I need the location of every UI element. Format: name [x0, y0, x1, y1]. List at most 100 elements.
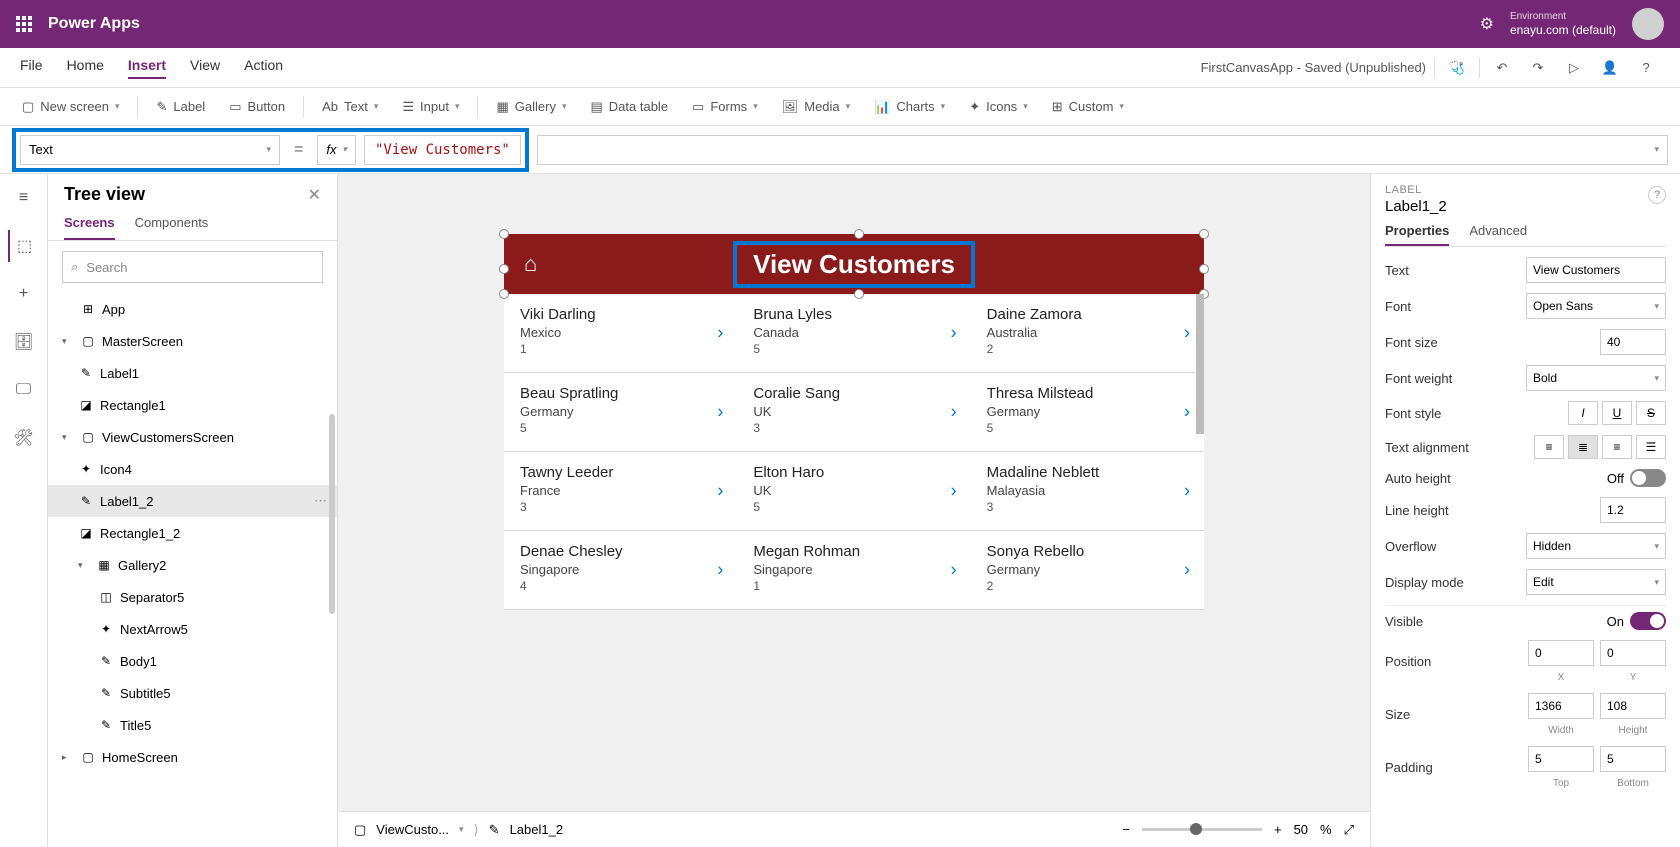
- insert-forms-button[interactable]: ▭ Forms ▾: [682, 95, 768, 119]
- next-arrow-icon[interactable]: ›: [1184, 481, 1190, 502]
- insert-gallery-button[interactable]: ▦ Gallery ▾: [486, 95, 576, 119]
- tree-node-homescreen[interactable]: ▸▢HomeScreen: [48, 741, 337, 773]
- tree-node-label1-2[interactable]: ✎Label1_2⋯: [48, 485, 337, 517]
- next-arrow-icon[interactable]: ›: [717, 323, 723, 344]
- insert-charts-button[interactable]: 📊 Charts ▾: [864, 95, 955, 119]
- canvas-header-bar[interactable]: ⌂ View Customers: [504, 234, 1204, 294]
- gallery-row[interactable]: Beau SpratlingGermany5›Coralie SangUK3›T…: [504, 373, 1204, 452]
- align-center-button[interactable]: ≣: [1568, 435, 1598, 459]
- tree-node-masterscreen[interactable]: ▾▢MasterScreen: [48, 325, 337, 357]
- underline-button[interactable]: U: [1602, 401, 1632, 425]
- insert-label-button[interactable]: ✎ Label: [146, 95, 215, 119]
- tree-node-app[interactable]: ⊞App: [48, 293, 337, 325]
- user-avatar[interactable]: [1632, 8, 1664, 40]
- insert-rail-icon[interactable]: +: [8, 278, 40, 310]
- environment-icon[interactable]: ⚙: [1480, 14, 1494, 34]
- tree-node-title5[interactable]: ✎Title5: [48, 709, 337, 741]
- visible-toggle[interactable]: [1630, 612, 1666, 630]
- insert-custom-button[interactable]: ⊞ Custom ▾: [1042, 95, 1134, 119]
- selection-handle[interactable]: [854, 229, 864, 239]
- breadcrumb-screen[interactable]: ViewCusto...: [376, 822, 449, 837]
- prop-lineheight-input[interactable]: [1600, 497, 1666, 523]
- next-arrow-icon[interactable]: ›: [717, 560, 723, 581]
- next-arrow-icon[interactable]: ›: [1184, 560, 1190, 581]
- gallery-item[interactable]: Thresa MilsteadGermany5›: [971, 373, 1204, 451]
- gallery-item[interactable]: Coralie SangUK3›: [737, 373, 970, 451]
- app-canvas[interactable]: ⌂ View Customers Viki DarlingMexico1›Bru…: [504, 234, 1204, 610]
- tab-advanced[interactable]: Advanced: [1469, 223, 1527, 246]
- next-arrow-icon[interactable]: ›: [951, 560, 957, 581]
- gallery-row[interactable]: Viki DarlingMexico1›Bruna LylesCanada5›D…: [504, 294, 1204, 373]
- undo-icon[interactable]: ↶: [1488, 54, 1516, 82]
- gallery-item[interactable]: Viki DarlingMexico1›: [504, 294, 737, 372]
- gallery-item[interactable]: Tawny LeederFrance3›: [504, 452, 737, 530]
- prop-overflow-select[interactable]: Hidden▾: [1526, 533, 1666, 559]
- prop-width-input[interactable]: [1528, 693, 1594, 719]
- prop-fontsize-input[interactable]: [1600, 329, 1666, 355]
- insert-button-button[interactable]: ▭ Button: [219, 95, 295, 119]
- property-selector[interactable]: Text▾: [20, 135, 280, 165]
- formula-input[interactable]: ▾: [537, 135, 1668, 165]
- align-right-button[interactable]: ≡: [1602, 435, 1632, 459]
- environment-picker[interactable]: Environment enayu.com (default): [1510, 11, 1616, 37]
- next-arrow-icon[interactable]: ›: [951, 481, 957, 502]
- control-name[interactable]: Label1_2: [1385, 198, 1666, 215]
- tree-view-icon[interactable]: ⬚: [8, 230, 40, 262]
- home-icon[interactable]: ⌂: [524, 251, 537, 277]
- tree-node-viewcustomersscreen[interactable]: ▾▢ViewCustomersScreen: [48, 421, 337, 453]
- fit-to-screen-icon[interactable]: ⤢: [1344, 822, 1354, 838]
- tab-screens[interactable]: Screens: [64, 215, 115, 240]
- fx-button[interactable]: fx▾: [317, 135, 356, 165]
- prop-height-input[interactable]: [1600, 693, 1666, 719]
- menu-view[interactable]: View: [190, 57, 220, 79]
- next-arrow-icon[interactable]: ›: [1184, 323, 1190, 344]
- tree-node-rectangle1[interactable]: ◪Rectangle1: [48, 389, 337, 421]
- gallery-item[interactable]: Bruna LylesCanada5›: [737, 294, 970, 372]
- autoheight-toggle[interactable]: [1630, 469, 1666, 487]
- tree-node-icon4[interactable]: ✦Icon4: [48, 453, 337, 485]
- selection-handle[interactable]: [1199, 264, 1209, 274]
- prop-x-input[interactable]: [1528, 640, 1594, 666]
- redo-icon[interactable]: ↷: [1524, 54, 1552, 82]
- tree-node-body1[interactable]: ✎Body1: [48, 645, 337, 677]
- canvas-scrollbar[interactable]: [1196, 294, 1204, 434]
- menu-file[interactable]: File: [20, 57, 43, 79]
- app-launcher-icon[interactable]: [16, 16, 32, 32]
- play-icon[interactable]: ▷: [1560, 54, 1588, 82]
- gallery-item[interactable]: Madaline NeblettMalayasia3›: [971, 452, 1204, 530]
- tree-node-subtitle5[interactable]: ✎Subtitle5: [48, 677, 337, 709]
- next-arrow-icon[interactable]: ›: [717, 481, 723, 502]
- tools-rail-icon[interactable]: 🛠: [8, 422, 40, 454]
- tree-node-rectangle1-2[interactable]: ◪Rectangle1_2: [48, 517, 337, 549]
- insert-datatable-button[interactable]: ▤ Data table: [580, 95, 678, 119]
- tree-search-input[interactable]: ⌕ Search: [62, 251, 323, 283]
- gallery-item[interactable]: Elton HaroUK5›: [737, 452, 970, 530]
- zoom-out-icon[interactable]: −: [1122, 822, 1130, 837]
- prop-y-input[interactable]: [1600, 640, 1666, 666]
- align-justify-button[interactable]: ☰: [1636, 435, 1666, 459]
- gallery-row[interactable]: Denae ChesleySingapore4›Megan RohmanSing…: [504, 531, 1204, 610]
- media-rail-icon[interactable]: 🖵: [8, 374, 40, 406]
- selection-handle[interactable]: [499, 229, 509, 239]
- next-arrow-icon[interactable]: ›: [717, 402, 723, 423]
- close-tree-icon[interactable]: ✕: [308, 185, 321, 205]
- data-rail-icon[interactable]: 🗄: [8, 326, 40, 358]
- gallery-item[interactable]: Beau SpratlingGermany5›: [504, 373, 737, 451]
- tree-node-nextarrow5[interactable]: ✦NextArrow5: [48, 613, 337, 645]
- gallery-item[interactable]: Denae ChesleySingapore4›: [504, 531, 737, 609]
- italic-button[interactable]: I: [1568, 401, 1598, 425]
- tab-components[interactable]: Components: [135, 215, 209, 240]
- app-checker-icon[interactable]: 🩺: [1443, 54, 1471, 82]
- insert-input-button[interactable]: ☰ Input ▾: [392, 95, 469, 119]
- menu-action[interactable]: Action: [244, 57, 283, 79]
- tree-scrollbar[interactable]: [329, 414, 335, 614]
- prop-displaymode-select[interactable]: Edit▾: [1526, 569, 1666, 595]
- help-icon[interactable]: ?: [1632, 54, 1660, 82]
- panel-help-icon[interactable]: ?: [1648, 186, 1666, 204]
- share-icon[interactable]: 👤: [1596, 54, 1624, 82]
- prop-fontweight-select[interactable]: Bold▾: [1526, 365, 1666, 391]
- next-arrow-icon[interactable]: ›: [951, 402, 957, 423]
- next-arrow-icon[interactable]: ›: [1184, 402, 1190, 423]
- canvas-header-label[interactable]: View Customers: [733, 241, 975, 288]
- align-left-button[interactable]: ≡: [1534, 435, 1564, 459]
